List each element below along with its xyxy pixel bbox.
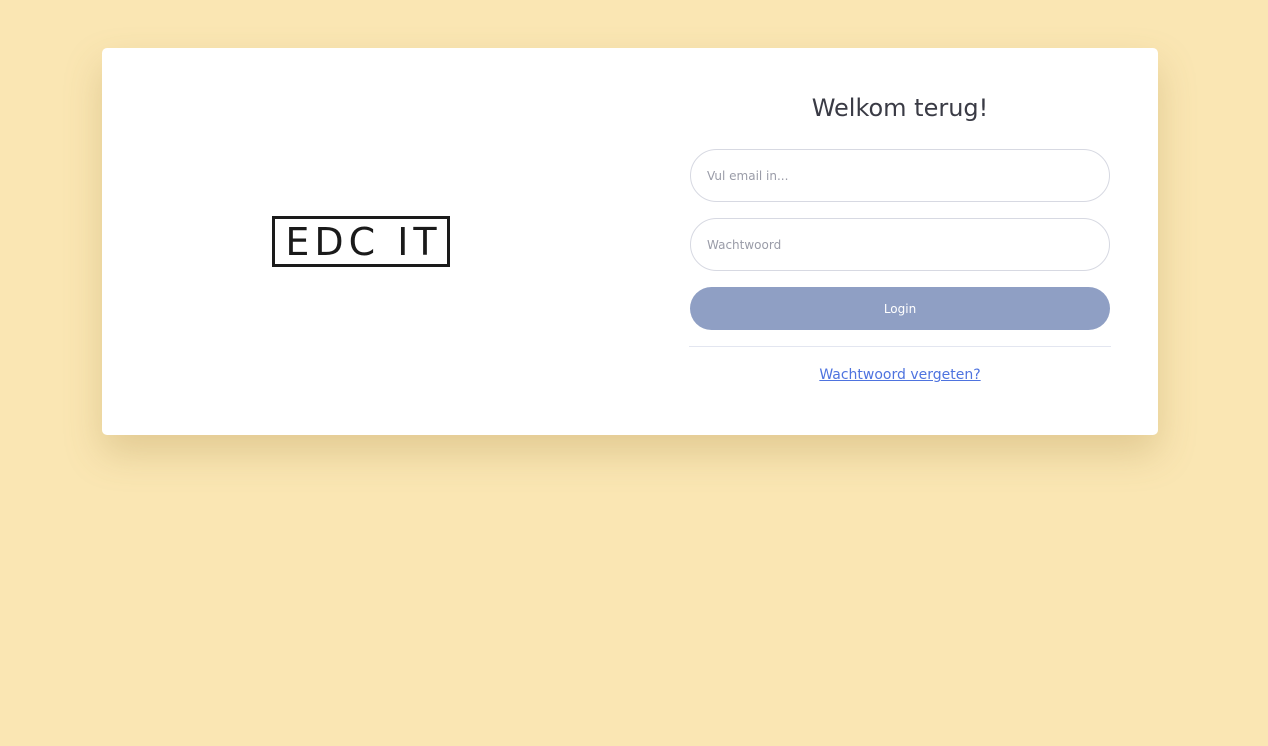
logo-pane: EDC IT [102,48,630,435]
password-field[interactable] [690,218,1110,271]
brand-logo-text: EDC IT [285,219,442,264]
brand-logo: EDC IT [272,216,450,267]
login-card: EDC IT Welkom terug! Login Wachtwoord ve… [102,48,1158,435]
login-form: Welkom terug! Login Wachtwoord vergeten? [689,48,1111,435]
login-button[interactable]: Login [690,287,1110,330]
welcome-title: Welkom terug! [811,94,989,122]
email-field[interactable] [690,149,1110,202]
divider [689,346,1111,347]
forgot-password-link[interactable]: Wachtwoord vergeten? [690,367,1110,383]
